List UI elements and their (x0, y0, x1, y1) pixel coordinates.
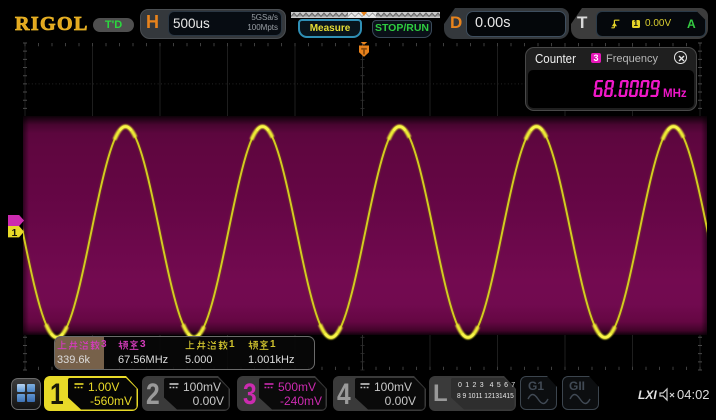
svg-text:1: 1 (12, 227, 18, 239)
